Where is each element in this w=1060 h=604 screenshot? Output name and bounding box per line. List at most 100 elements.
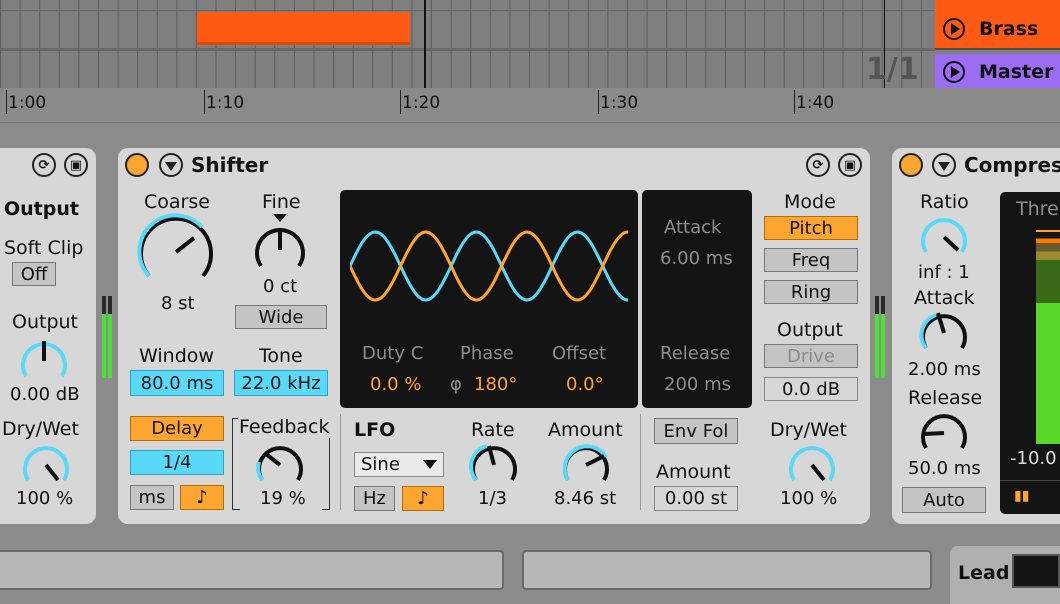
clip-slot-left[interactable] <box>0 550 504 590</box>
env-amount-field[interactable]: 0.00 st <box>654 486 738 511</box>
threshold-meter-area[interactable]: Thre -10.0 ▮▮ <box>1000 192 1060 514</box>
delay-time-field[interactable]: 1/4 <box>130 450 224 475</box>
release-value[interactable]: 200 ms <box>664 374 731 395</box>
ratio-knob[interactable] <box>916 210 972 262</box>
delay-ms-button[interactable]: ms <box>130 485 174 510</box>
center-marker-icon <box>273 214 287 222</box>
offset-value[interactable]: 0.0° <box>566 374 604 395</box>
tone-label: Tone <box>259 345 303 367</box>
duty-label: Duty C <box>362 343 424 364</box>
delay-sync-button[interactable]: ♪ <box>180 485 224 510</box>
track-header-divider <box>935 48 1060 50</box>
phase-value[interactable]: 180° <box>474 374 517 395</box>
device-fold-icon[interactable] <box>932 153 956 177</box>
device-title: Shifter <box>191 153 269 177</box>
track-header-master[interactable]: Master <box>935 54 1060 88</box>
bottom-bar: Lead <box>0 530 1060 604</box>
timeline-ruler[interactable]: 1:00 1:10 1:20 1:30 1:40 <box>0 88 1060 123</box>
level-meter <box>875 296 887 378</box>
lfo-shape-value: Sine <box>361 454 400 475</box>
device-title: Compress <box>964 153 1060 177</box>
output-gain-field[interactable]: 0.0 dB <box>764 377 858 401</box>
wide-button[interactable]: Wide <box>235 305 327 329</box>
window-label: Window <box>139 345 214 367</box>
attack-value: 2.00 ms <box>908 359 981 380</box>
attack-value[interactable]: 6.00 ms <box>660 248 733 269</box>
fine-knob[interactable] <box>252 222 308 276</box>
mode-ring-button[interactable]: Ring <box>764 280 858 304</box>
meter-mode-icon[interactable]: ▮▮ <box>1014 488 1029 504</box>
hot-swap-icon[interactable]: ⟳ <box>32 153 56 177</box>
save-preset-icon[interactable]: ▣ <box>64 153 88 177</box>
threshold-divider <box>1000 480 1060 481</box>
threshold-value: -10.0 <box>1010 448 1057 469</box>
compressor-device-panel: Compress Ratio inf : 1 Attack 2.00 ms Re… <box>892 148 1060 524</box>
section-divider <box>640 414 641 510</box>
window-field[interactable]: 80.0 ms <box>130 370 224 396</box>
track-lane-top <box>0 0 935 10</box>
output-knob[interactable] <box>16 334 72 386</box>
shifter-device-panel: Shifter ⟳ ▣ Coarse 8 st Fine 0 ct Wide W… <box>118 148 870 524</box>
hot-swap-icon[interactable]: ⟳ <box>806 153 830 177</box>
clip-slot-right[interactable] <box>522 550 932 590</box>
track-lane-master[interactable] <box>0 50 935 88</box>
amount-knob[interactable] <box>558 438 614 490</box>
threshold-meter <box>1036 230 1060 444</box>
drywet-knob[interactable] <box>18 438 74 490</box>
device-activator[interactable] <box>899 153 923 177</box>
duty-value[interactable]: 0.0 % <box>370 374 421 395</box>
play-clip-icon[interactable] <box>943 61 965 83</box>
lfo-hz-button[interactable]: Hz <box>354 486 395 511</box>
track-header-brass[interactable]: Brass <box>935 10 1060 48</box>
release-value: 50.0 ms <box>908 458 981 479</box>
drywet-value: 100 % <box>16 488 74 509</box>
save-preset-icon[interactable]: ▣ <box>838 153 862 177</box>
track-name-brass: Brass <box>979 18 1039 40</box>
section-divider <box>340 414 341 510</box>
output-device-panel: ⟳ ▣ Output Soft Clip Off Output 0.00 dB … <box>0 148 96 524</box>
ratio-value: inf : 1 <box>918 262 970 283</box>
tone-field[interactable]: 22.0 kHz <box>234 370 328 396</box>
mode-freq-button[interactable]: Freq <box>764 248 858 272</box>
drive-button[interactable]: Drive <box>764 344 858 368</box>
mode-pitch-button[interactable]: Pitch <box>764 216 858 240</box>
coarse-knob[interactable] <box>136 212 216 288</box>
auto-release-button[interactable]: Auto <box>902 487 986 513</box>
rate-knob[interactable] <box>466 438 522 490</box>
delay-button[interactable]: Delay <box>130 416 224 441</box>
lane-divider <box>0 48 935 50</box>
env-follow-button[interactable]: Env Fol <box>654 418 738 444</box>
phase-lock-icon[interactable]: φ <box>450 374 462 395</box>
ruler-label: 1:20 <box>399 90 441 114</box>
arrangement-view[interactable]: 1/1 Brass Master <box>0 0 1060 88</box>
lfo-label: LFO <box>354 419 396 441</box>
device-activator[interactable] <box>125 153 149 177</box>
amount-value: 8.46 st <box>554 488 617 509</box>
soft-clip-toggle[interactable]: Off <box>12 262 56 286</box>
coarse-value: 8 st <box>161 293 195 314</box>
device-fold-icon[interactable] <box>159 153 183 177</box>
track-header-top <box>935 0 1060 10</box>
lfo-shape-dropdown[interactable]: Sine <box>354 452 444 477</box>
track-thumbnail[interactable] <box>1012 554 1060 588</box>
track-indicator: Lead <box>950 546 1060 604</box>
drywet-label: Dry/Wet <box>2 418 79 440</box>
env-amount-label: Amount <box>656 461 731 483</box>
ruler-label: 1:30 <box>597 90 639 114</box>
soft-clip-label: Soft Clip <box>4 237 84 259</box>
coarse-label: Coarse <box>144 191 210 213</box>
track-name-master: Master <box>979 61 1054 83</box>
ruler-label: 1:10 <box>203 90 245 114</box>
drywet-knob[interactable] <box>784 438 840 490</box>
level-meter <box>102 296 114 378</box>
release-knob[interactable] <box>916 406 972 458</box>
play-clip-icon[interactable] <box>943 18 965 40</box>
feedback-knob[interactable] <box>252 438 308 490</box>
lfo-sync-button[interactable]: ♪ <box>402 486 444 511</box>
brass-clip[interactable] <box>197 12 410 45</box>
threshold-label: Thre <box>1016 198 1059 220</box>
track-lane-brass[interactable] <box>0 10 935 49</box>
attack-knob[interactable] <box>916 306 972 358</box>
fine-value: 0 ct <box>263 276 298 297</box>
mode-label: Mode <box>784 191 836 213</box>
